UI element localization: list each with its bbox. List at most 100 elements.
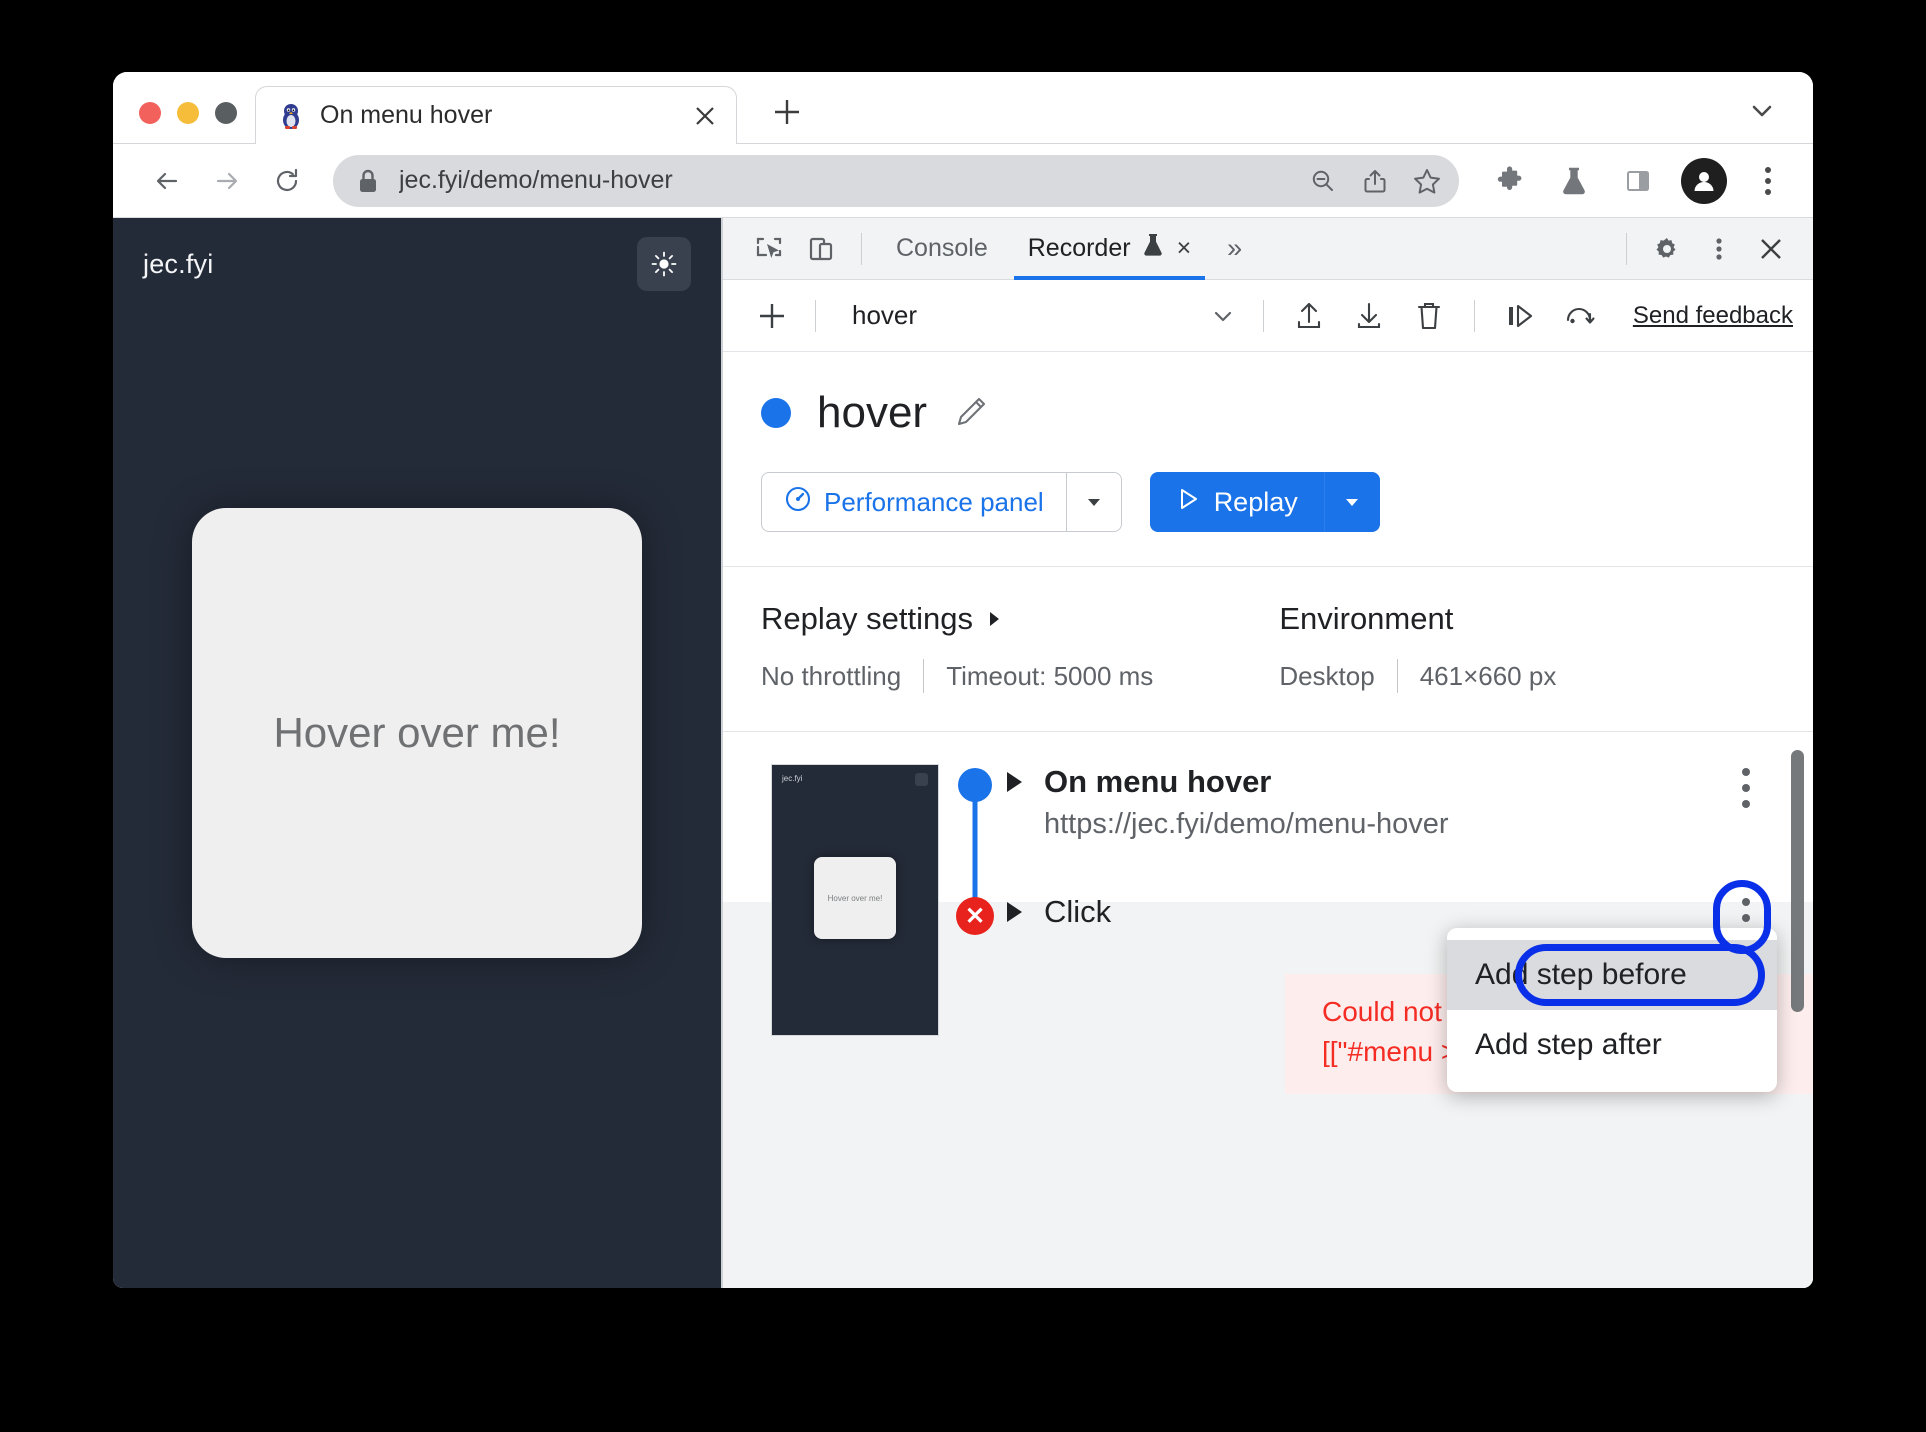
dot bbox=[1765, 188, 1771, 195]
dot bbox=[1742, 800, 1750, 808]
recorder-settings-row: Replay settings No throttling Timeout: 5… bbox=[723, 567, 1813, 732]
environment-viewport: 461×660 px bbox=[1419, 660, 1557, 691]
sun-icon[interactable] bbox=[637, 237, 691, 291]
replay-button[interactable]: Replay bbox=[1149, 472, 1324, 532]
step-click-title-line: Click bbox=[1007, 894, 1813, 930]
import-icon[interactable] bbox=[1280, 290, 1338, 342]
steps-scrollbar[interactable] bbox=[1791, 750, 1804, 1012]
devtools-panel: Console Recorder × » hover Send feedback… bbox=[723, 218, 1813, 1288]
menu-item-add-step-before[interactable]: Add step before bbox=[1447, 940, 1777, 1010]
inspect-element-icon[interactable] bbox=[743, 226, 795, 272]
speedometer-icon bbox=[784, 485, 812, 520]
address-bar[interactable]: jec.fyi/demo/menu-hover bbox=[333, 154, 1459, 207]
recording-selector-chevron-down-icon[interactable] bbox=[1199, 292, 1247, 340]
recording-title-row: hover bbox=[751, 388, 1785, 438]
menu-item-add-step-after[interactable]: Add step after bbox=[1447, 1010, 1777, 1080]
browser-toolbar: jec.fyi/demo/menu-hover bbox=[113, 144, 1813, 218]
recording-selector-label[interactable]: hover bbox=[832, 300, 917, 331]
window-traffic-lights bbox=[113, 102, 255, 144]
step-screenshot-thumbnail[interactable]: jec.fyi Hover over me! bbox=[771, 764, 939, 1036]
step-navigate[interactable]: On menu hover https://jec.fyi/demo/menu-… bbox=[1007, 764, 1813, 841]
value-divider bbox=[1396, 659, 1398, 693]
tab-console[interactable]: Console bbox=[876, 218, 1008, 280]
step-context-menu: Add step before Add step after bbox=[1447, 928, 1777, 1092]
gear-icon[interactable] bbox=[1641, 226, 1693, 272]
profile-avatar[interactable] bbox=[1681, 157, 1727, 204]
environment-values: Desktop 461×660 px bbox=[1279, 659, 1556, 693]
dot bbox=[1742, 784, 1750, 792]
timeout-value: Timeout: 5000 ms bbox=[946, 660, 1154, 691]
toolbar-divider bbox=[861, 232, 862, 265]
bookmark-star-icon[interactable] bbox=[1401, 155, 1453, 207]
device-toolbar-icon[interactable] bbox=[795, 226, 847, 272]
step-over-icon[interactable] bbox=[1491, 290, 1549, 342]
trash-icon[interactable] bbox=[1400, 290, 1458, 342]
tab-recorder[interactable]: Recorder × bbox=[1008, 218, 1211, 280]
step-navigate-url: https://jec.fyi/demo/menu-hover bbox=[1044, 808, 1449, 840]
step-screenshot-column: jec.fyi Hover over me! bbox=[723, 732, 943, 1288]
dot bbox=[1742, 898, 1750, 906]
step-marker-success bbox=[958, 768, 992, 802]
create-recording-button[interactable] bbox=[745, 289, 799, 343]
new-tab-button[interactable] bbox=[759, 84, 815, 140]
replay-settings-header[interactable]: Replay settings bbox=[761, 601, 1153, 637]
maximize-window-button[interactable] bbox=[215, 102, 237, 124]
more-tabs-icon[interactable]: » bbox=[1211, 218, 1258, 280]
devtools-tabbar: Console Recorder × » bbox=[723, 218, 1813, 280]
recorder-actions: Performance panel Replay bbox=[751, 472, 1785, 532]
chevron-down-icon[interactable] bbox=[1735, 84, 1789, 138]
performance-panel-button[interactable]: Performance panel bbox=[761, 472, 1066, 532]
minimize-window-button[interactable] bbox=[177, 102, 199, 124]
step-click-label: Click bbox=[1044, 894, 1112, 929]
side-panel-icon[interactable] bbox=[1611, 154, 1665, 208]
extensions-puzzle-icon[interactable] bbox=[1483, 154, 1537, 208]
forward-button[interactable] bbox=[199, 153, 255, 209]
pencil-icon[interactable] bbox=[953, 394, 991, 432]
recorder-toolbar-divider bbox=[815, 299, 816, 332]
send-feedback-link[interactable]: Send feedback bbox=[1633, 302, 1793, 330]
close-window-button[interactable] bbox=[139, 102, 161, 124]
hover-target-card[interactable]: Hover over me! bbox=[192, 508, 642, 958]
labs-flask-icon[interactable] bbox=[1547, 154, 1601, 208]
performance-panel-dropdown[interactable] bbox=[1065, 472, 1122, 532]
expand-caret-icon[interactable] bbox=[1007, 902, 1022, 922]
back-button[interactable] bbox=[139, 153, 195, 209]
browser-menu-button[interactable] bbox=[1745, 166, 1791, 195]
replay-button-group: Replay bbox=[1149, 472, 1380, 532]
step-marker-error: ✕ bbox=[956, 897, 994, 935]
close-icon[interactable] bbox=[688, 99, 722, 133]
performance-panel-button-group: Performance panel bbox=[761, 472, 1122, 532]
reload-button[interactable] bbox=[259, 153, 315, 209]
dot bbox=[1765, 166, 1771, 173]
thumbnail-card-label: Hover over me! bbox=[827, 893, 883, 903]
expand-caret-icon[interactable] bbox=[1007, 772, 1022, 792]
tab-strip: On menu hover bbox=[113, 72, 1813, 144]
recorder-steps-list: jec.fyi Hover over me! ✕ On menu hover h… bbox=[723, 732, 1813, 1288]
dot bbox=[1742, 914, 1750, 922]
replay-settings-values: No throttling Timeout: 5000 ms bbox=[761, 659, 1153, 693]
tab-console-label: Console bbox=[896, 234, 988, 262]
penguin-favicon bbox=[278, 102, 304, 130]
replay-history-icon[interactable] bbox=[1551, 290, 1609, 342]
export-icon[interactable] bbox=[1340, 290, 1398, 342]
step-timeline-rail: ✕ bbox=[943, 732, 1007, 1288]
devtools-menu-icon[interactable] bbox=[1693, 226, 1745, 272]
close-devtools-icon[interactable] bbox=[1745, 226, 1797, 272]
share-icon[interactable] bbox=[1349, 155, 1401, 207]
browser-tab[interactable]: On menu hover bbox=[255, 86, 737, 144]
content-area: jec.fyi Hover over me! Console Recorder … bbox=[113, 218, 1813, 1288]
step-navigate-options-icon[interactable] bbox=[1725, 768, 1767, 808]
environment-label: Environment bbox=[1279, 601, 1454, 636]
close-recorder-tab-icon[interactable]: × bbox=[1177, 234, 1192, 263]
recorder-toolbar-divider-3 bbox=[1473, 299, 1475, 332]
recorder-toolbar: hover Send feedback bbox=[723, 280, 1813, 352]
replay-button-label: Replay bbox=[1213, 486, 1298, 517]
replay-settings-label: Replay settings bbox=[761, 601, 973, 636]
hover-card-container: Hover over me! bbox=[113, 508, 721, 958]
address-bar-url: jec.fyi/demo/menu-hover bbox=[399, 166, 673, 194]
thumbnail-brand: jec.fyi bbox=[782, 774, 803, 783]
zoom-out-icon[interactable] bbox=[1297, 155, 1349, 207]
replay-dropdown[interactable] bbox=[1323, 472, 1380, 532]
hover-card-label: Hover over me! bbox=[273, 709, 561, 756]
environment-device: Desktop bbox=[1279, 660, 1375, 691]
